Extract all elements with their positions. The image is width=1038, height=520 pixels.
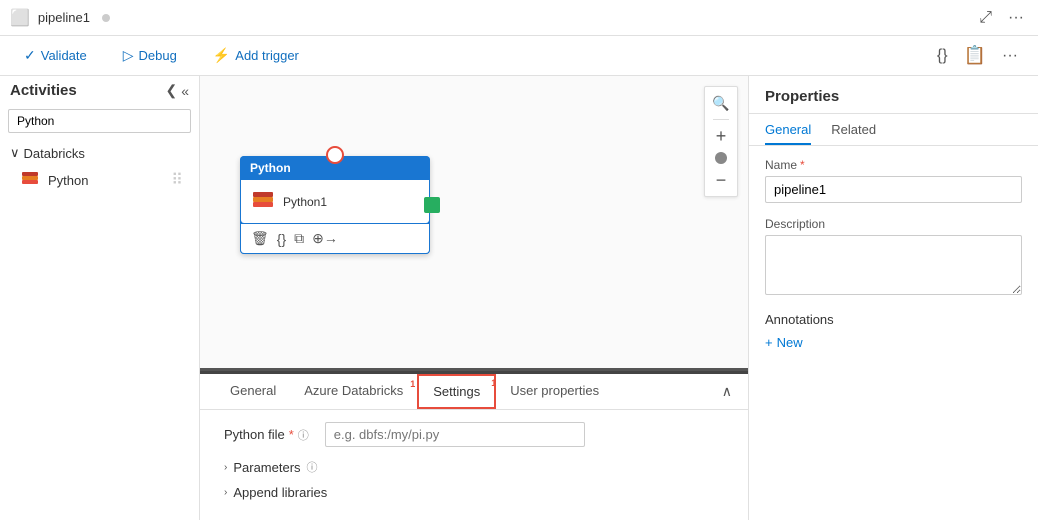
center-panel: Python Python1 🗑 {} <box>200 76 748 520</box>
top-bar: ⬜ pipeline1 ⤢ ··· <box>0 0 1038 36</box>
sidebar-header: Activities ❮ « <box>0 76 199 105</box>
canvas[interactable]: Python Python1 🗑 {} <box>200 76 748 371</box>
name-input[interactable] <box>765 176 1022 203</box>
code-button[interactable]: {} <box>933 43 952 69</box>
activity-node-actions: 🗑 {} ⧉ ⊕→ <box>240 224 430 254</box>
group-label: Databricks <box>24 146 85 161</box>
debug-button[interactable]: ▷ Debug <box>115 43 185 68</box>
append-libraries-chevron-icon: › <box>224 487 227 498</box>
prop-tab-general[interactable]: General <box>765 122 811 145</box>
validate-button[interactable]: ✓ Validate <box>16 43 95 68</box>
top-bar-actions: ⤢ ··· <box>975 7 1028 29</box>
bottom-panel: General Azure Databricks 1 Settings 1 Us… <box>200 371 748 520</box>
properties-panel: Properties General Related Name * Descri… <box>748 76 1038 520</box>
parameters-chevron-icon: › <box>224 462 227 473</box>
sidebar: Activities ❮ « Python ∨ Databricks <box>0 76 200 520</box>
python-activity-icon <box>20 170 40 190</box>
properties-tabs: General Related <box>749 114 1038 146</box>
drag-handle-icon[interactable]: ⠿ <box>171 170 183 190</box>
connector-top[interactable] <box>326 146 344 164</box>
activity-code-button[interactable]: {} <box>277 230 286 247</box>
connector-right[interactable] <box>424 197 440 213</box>
canvas-ctrl-divider1 <box>713 119 729 120</box>
sidebar-group-header[interactable]: ∨ Databricks <box>0 141 199 165</box>
description-textarea[interactable] <box>765 235 1022 295</box>
panel-separator <box>200 368 748 371</box>
activity-connect-button[interactable]: ⊕→ <box>312 230 338 247</box>
bottom-panel-collapse-button[interactable]: ∧ <box>722 383 732 400</box>
add-annotation-button[interactable]: + New <box>765 335 803 350</box>
properties-title: Properties <box>749 76 1038 114</box>
search-input[interactable]: Python <box>8 109 191 133</box>
pipeline-title: pipeline1 <box>38 10 90 25</box>
canvas-zoom-out-button[interactable]: − <box>709 168 733 192</box>
python-item-label: Python <box>48 173 88 188</box>
properties-body: Name * Description Annotations + New <box>749 146 1038 520</box>
python-file-input[interactable] <box>325 422 585 447</box>
python-file-row: Python file * ⓘ <box>224 422 724 447</box>
sidebar-search-container: Python <box>8 109 191 133</box>
tab-general[interactable]: General <box>216 375 290 408</box>
group-chevron-icon: ∨ <box>10 145 20 161</box>
sidebar-item-python[interactable]: Python ⠿ <box>0 165 199 195</box>
canvas-controls: 🔍 + − <box>704 86 738 197</box>
activity-body-icon <box>251 188 275 215</box>
bottom-content: Python file * ⓘ › Parameters ⓘ › Append … <box>200 410 748 520</box>
sidebar-title: Activities <box>10 82 77 99</box>
toolbar: ✓ Validate ▷ Debug ⚡ Add trigger {} 📋 ··… <box>0 36 1038 76</box>
add-new-label: New <box>777 335 803 350</box>
unsaved-dot <box>102 14 110 22</box>
databricks-tab-badge: 1 <box>410 379 415 389</box>
pipeline-icon: ⬜ <box>10 8 30 28</box>
activity-header-label: Python <box>250 161 291 175</box>
sidebar-collapse-button[interactable]: ❮ <box>165 82 177 99</box>
prop-tab-related[interactable]: Related <box>831 122 876 145</box>
activity-node-body: Python1 <box>240 180 430 224</box>
python-file-label: Python file * ⓘ <box>224 427 309 443</box>
toolbar-more-button[interactable]: ··· <box>998 43 1022 69</box>
sidebar-group-databricks: ∨ Databricks Python ⠿ <box>0 137 199 199</box>
activity-copy-button[interactable]: ⧉ <box>294 230 304 247</box>
annotations-field: Annotations + New <box>765 312 1022 350</box>
topbar-more-button[interactable]: ··· <box>1004 7 1028 29</box>
tab-azure-databricks[interactable]: Azure Databricks 1 <box>290 375 417 408</box>
canvas-search-button[interactable]: 🔍 <box>709 91 733 115</box>
sidebar-collapse2-button[interactable]: « <box>181 82 189 99</box>
debug-icon: ▷ <box>123 47 134 64</box>
name-field: Name * <box>765 158 1022 203</box>
description-field: Description <box>765 217 1022 298</box>
append-libraries-label: Append libraries <box>233 485 327 500</box>
bottom-tab-right: ∧ <box>722 383 732 400</box>
main-layout: Activities ❮ « Python ∨ Databricks <box>0 76 1038 520</box>
tab-settings[interactable]: Settings 1 <box>417 374 496 409</box>
expand-button[interactable]: ⤢ <box>975 7 996 29</box>
annotations-label: Annotations <box>765 312 1022 327</box>
validate-icon: ✓ <box>24 47 36 64</box>
parameters-info-icon: ⓘ <box>307 459 318 475</box>
bottom-tabs: General Azure Databricks 1 Settings 1 Us… <box>200 374 748 410</box>
append-libraries-row[interactable]: › Append libraries <box>224 483 724 502</box>
name-label: Name * <box>765 158 1022 172</box>
toolbar-right: {} 📋 ··· <box>933 41 1022 70</box>
canvas-zoom-in-button[interactable]: + <box>709 124 733 148</box>
template-button[interactable]: 📋 <box>960 41 990 70</box>
python-file-required: * <box>289 427 294 442</box>
activity-delete-button[interactable]: 🗑 <box>251 230 269 247</box>
sidebar-controls: ❮ « <box>165 82 189 99</box>
description-label: Description <box>765 217 1022 231</box>
canvas-zoom-handle[interactable] <box>715 152 727 164</box>
trigger-icon: ⚡ <box>213 47 230 64</box>
activity-node-python[interactable]: Python Python1 🗑 {} <box>240 156 430 254</box>
add-trigger-button[interactable]: ⚡ Add trigger <box>205 43 307 68</box>
name-required: * <box>800 158 805 172</box>
parameters-row[interactable]: › Parameters ⓘ <box>224 457 724 477</box>
parameters-label: Parameters <box>233 460 300 475</box>
tab-user-properties[interactable]: User properties <box>496 375 613 408</box>
activity-node-name: Python1 <box>283 195 327 209</box>
add-icon: + <box>765 335 773 350</box>
python-file-info-icon: ⓘ <box>298 427 309 443</box>
